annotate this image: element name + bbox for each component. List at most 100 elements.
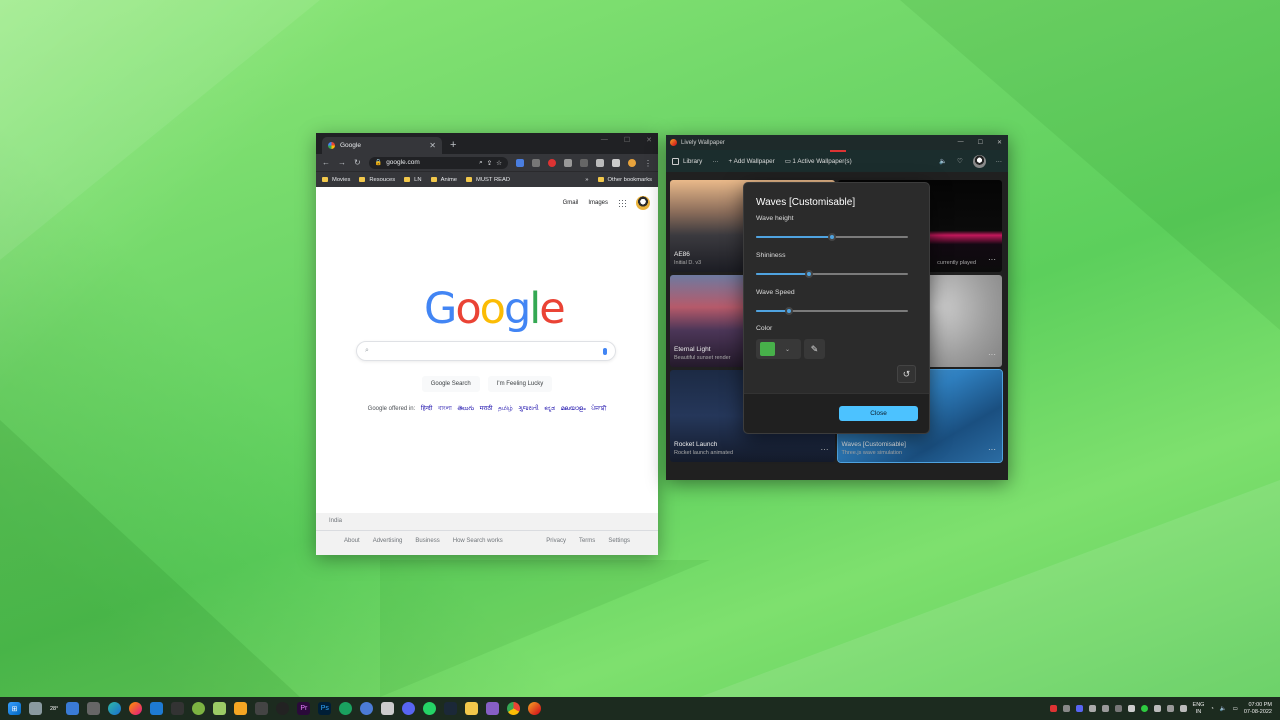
card-more-icon[interactable]: ··· xyxy=(821,445,829,454)
color-picker-dropdown[interactable]: ⌄ xyxy=(756,339,801,359)
close-tab-icon[interactable]: ✕ xyxy=(429,141,436,150)
new-tab-icon[interactable]: + xyxy=(450,139,456,151)
card-more-icon[interactable]: ··· xyxy=(988,255,996,264)
footer-link[interactable]: Settings xyxy=(608,538,630,544)
share-icon[interactable]: ⇪ xyxy=(487,159,492,167)
clock[interactable]: 07:00 PM 07-08-2022 xyxy=(1244,702,1272,716)
tray-icon[interactable] xyxy=(1114,705,1122,712)
microphone-icon[interactable] xyxy=(603,347,607,355)
minimize-icon[interactable]: — xyxy=(958,139,964,146)
lively-taskbar-icon[interactable] xyxy=(528,702,542,715)
gmail-link[interactable]: Gmail xyxy=(563,200,579,206)
wifi-icon[interactable]: ◔ xyxy=(1210,706,1213,712)
extension-grey-icon[interactable] xyxy=(564,158,572,167)
close-window-icon[interactable]: ✕ xyxy=(646,136,652,144)
bookmark-folder[interactable]: Resouces xyxy=(359,177,395,183)
extension-ublock-icon[interactable] xyxy=(532,158,540,167)
edge-icon[interactable] xyxy=(108,702,122,715)
bookmark-folder[interactable]: Movies xyxy=(322,177,350,183)
language-link[interactable]: ಕನ್ನಡ xyxy=(544,406,555,412)
minimize-icon[interactable]: — xyxy=(601,136,608,144)
vscode-icon[interactable] xyxy=(150,702,164,715)
back-icon[interactable]: ← xyxy=(322,158,330,167)
app-icon[interactable] xyxy=(381,702,395,715)
feeling-lucky-button[interactable]: I'm Feeling Lucky xyxy=(487,376,553,392)
search-icon[interactable]: ⌕ xyxy=(479,159,483,167)
whatsapp-icon[interactable] xyxy=(423,702,437,715)
wave-speed-slider[interactable] xyxy=(756,307,908,315)
app-icon[interactable] xyxy=(255,702,269,715)
task-view-icon[interactable] xyxy=(29,702,42,715)
footer-link[interactable]: Advertising xyxy=(373,538,403,544)
tray-icon[interactable] xyxy=(1140,705,1148,712)
forward-icon[interactable]: → xyxy=(338,158,346,167)
card-more-icon[interactable]: ··· xyxy=(988,350,996,359)
images-link[interactable]: Images xyxy=(588,200,608,206)
github-icon[interactable] xyxy=(276,702,290,715)
premiere-icon[interactable]: Pr xyxy=(297,702,311,715)
visual-studio-icon[interactable] xyxy=(486,702,500,715)
battery-icon[interactable]: ▭ xyxy=(1233,706,1238,712)
language-link[interactable]: தமிழ் xyxy=(498,406,513,412)
reset-icon[interactable]: ↺ xyxy=(897,365,916,383)
close-window-icon[interactable]: ✕ xyxy=(997,139,1002,146)
tray-icon[interactable] xyxy=(1153,705,1161,712)
bookmarks-overflow-icon[interactable]: » xyxy=(585,177,588,183)
maximize-icon[interactable]: ☐ xyxy=(624,136,630,144)
footer-link[interactable]: About xyxy=(344,538,360,544)
language-link[interactable]: తెలుగు xyxy=(457,406,474,412)
footer-link[interactable]: Terms xyxy=(579,538,595,544)
globe-icon[interactable] xyxy=(360,702,374,715)
sidepanel-icon[interactable] xyxy=(612,158,620,167)
nav-library[interactable]: Library xyxy=(672,157,702,165)
discord-icon[interactable] xyxy=(402,702,416,715)
app-icon[interactable] xyxy=(234,702,248,715)
extension-translate-icon[interactable] xyxy=(516,158,524,167)
profile-avatar[interactable] xyxy=(972,154,986,168)
language-link[interactable]: ગુજરાતી xyxy=(518,406,538,412)
bookmark-folder[interactable]: Anime xyxy=(430,177,457,183)
language-indicator[interactable]: ENG IN xyxy=(1193,702,1205,716)
shininess-slider[interactable] xyxy=(756,270,908,278)
tray-icon[interactable] xyxy=(1127,705,1135,712)
bookmark-folder[interactable]: MUST READ xyxy=(466,177,510,183)
settings-more-icon[interactable]: ··· xyxy=(996,158,1002,165)
other-bookmarks[interactable]: Other bookmarks xyxy=(597,177,652,183)
footer-link[interactable]: Privacy xyxy=(546,538,566,544)
tray-icon[interactable] xyxy=(1088,705,1096,712)
add-wallpaper-button[interactable]: + Add Wallpaper xyxy=(729,158,775,165)
apps-grid-icon[interactable] xyxy=(618,199,626,207)
profile-hand-icon[interactable] xyxy=(628,158,636,167)
steam-icon[interactable] xyxy=(444,702,458,715)
eyedropper-icon[interactable]: ✎ xyxy=(804,339,825,359)
extension-grey2-icon[interactable] xyxy=(580,158,588,167)
menu-kebab-icon[interactable]: ⋮ xyxy=(644,159,652,168)
person-icon[interactable] xyxy=(87,702,101,715)
wave-height-slider[interactable] xyxy=(756,233,908,241)
reload-icon[interactable]: ↻ xyxy=(354,158,361,167)
maximize-icon[interactable]: ☐ xyxy=(978,139,983,146)
google-search-input[interactable]: ⌕ xyxy=(356,341,616,361)
language-link[interactable]: മലയാളം xyxy=(561,406,586,412)
bookmark-star-icon[interactable]: ☆ xyxy=(496,159,502,167)
footer-link[interactable]: Business xyxy=(415,538,439,544)
tray-icon[interactable] xyxy=(1101,705,1109,712)
puzzle-icon[interactable] xyxy=(596,158,604,167)
terminal-icon[interactable] xyxy=(171,702,185,715)
card-more-icon[interactable]: ··· xyxy=(988,445,996,454)
address-bar[interactable]: 🔒 google.com ⌕ ⇪ ☆ xyxy=(368,156,508,169)
language-link[interactable]: বাংলা xyxy=(438,406,452,412)
tray-icon[interactable] xyxy=(1179,705,1187,712)
active-wallpapers-button[interactable]: ▭ 1 Active Wallpaper(s) xyxy=(785,158,852,165)
slider-thumb[interactable] xyxy=(805,270,814,278)
slider-thumb[interactable] xyxy=(828,233,836,241)
tray-icon[interactable] xyxy=(1049,705,1057,712)
footer-link[interactable]: How Search works xyxy=(453,538,503,544)
tray-icon[interactable] xyxy=(1075,705,1083,712)
slider-thumb[interactable] xyxy=(785,307,794,315)
google-search-button[interactable]: Google Search xyxy=(421,376,480,392)
language-link[interactable]: हिन्दी xyxy=(421,406,432,412)
android-icon[interactable] xyxy=(192,702,206,715)
bookmark-folder[interactable]: LN xyxy=(404,177,422,183)
app-icon[interactable] xyxy=(213,702,227,715)
